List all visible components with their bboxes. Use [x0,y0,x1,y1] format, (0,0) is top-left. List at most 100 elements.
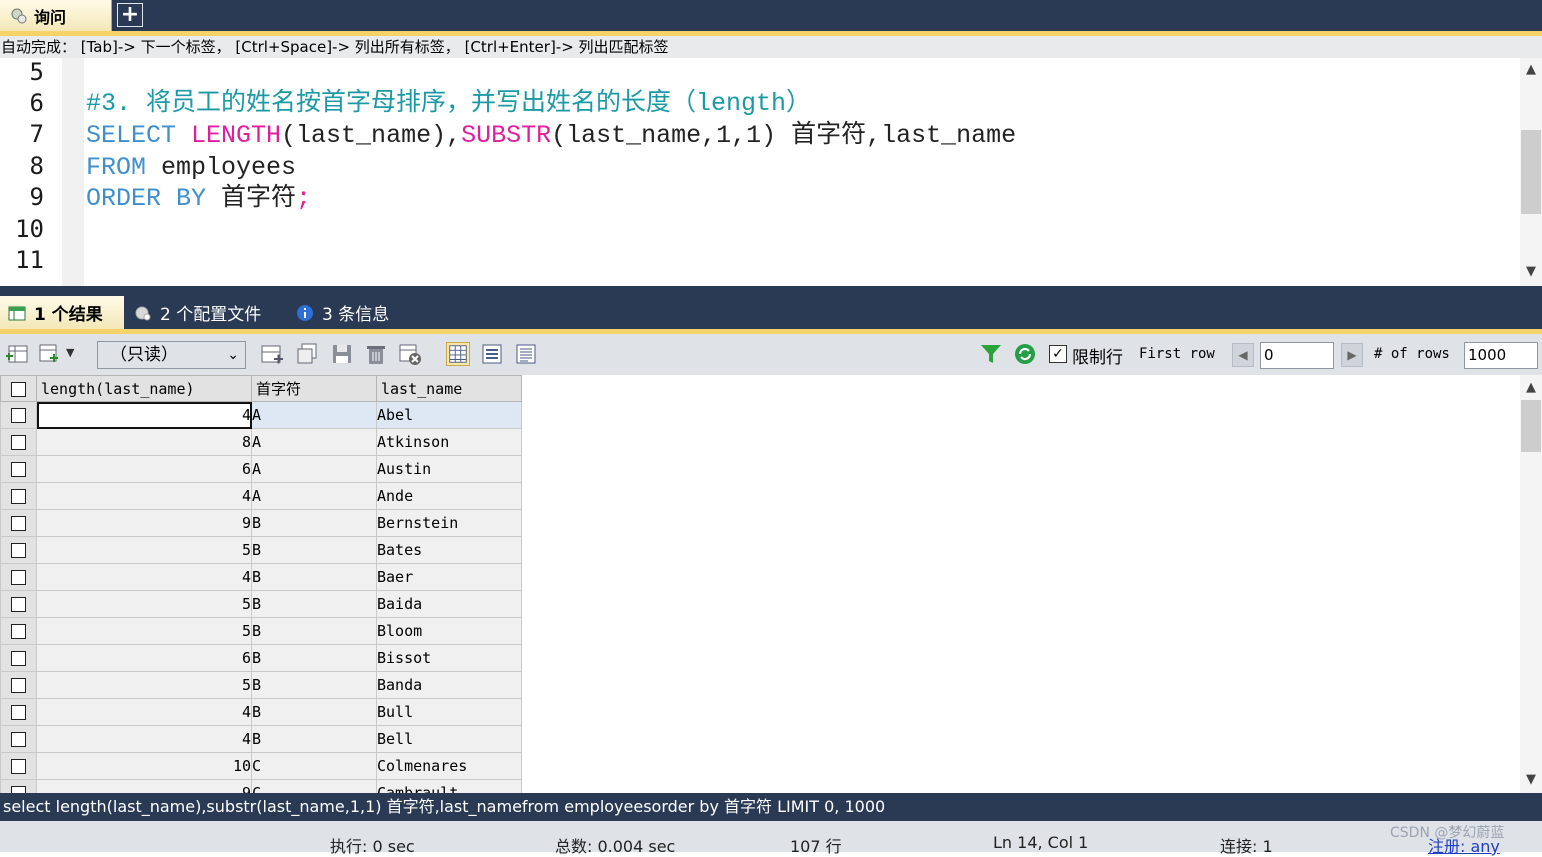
discard-changes-icon[interactable] [398,342,422,366]
cell-length[interactable]: 4 [36,698,252,726]
filter-icon[interactable] [979,342,1003,366]
cell-length[interactable]: 9 [36,779,252,793]
cell-initial[interactable]: A [251,455,377,483]
row-checkbox[interactable] [0,617,37,645]
table-row[interactable]: 8 A Atkinson [0,428,522,456]
cell-length[interactable]: 5 [36,617,252,645]
cell-length[interactable]: 4 [36,401,252,429]
result-grid[interactable]: length(last_name) 首字符 last_name 4 A Abel 8 A… [0,375,1520,793]
column-header[interactable]: 首字符 [251,375,377,402]
cell-last-name[interactable]: Bell [376,725,522,753]
cell-initial[interactable]: B [251,563,377,591]
splitter[interactable] [0,286,1542,296]
sql-editor[interactable]: 5 6 7 8 9 10 11 #3. 将员工的姓名按首字母排序，并写出姓名的长… [0,58,1542,286]
cell-length[interactable]: 5 [36,590,252,618]
tab-profiles[interactable]: 2 个配置文件 [126,296,284,329]
table-row[interactable]: 4 B Bull [0,698,522,726]
first-row-input[interactable]: 0 [1260,342,1334,369]
row-checkbox[interactable] [0,779,37,793]
select-all-checkbox[interactable] [0,375,37,402]
add-tab-button[interactable]: + [117,3,143,27]
cell-length[interactable]: 6 [36,455,252,483]
duplicate-row-icon[interactable] [296,342,320,366]
table-row[interactable]: 5 B Bloom [0,617,522,645]
row-checkbox[interactable] [0,455,37,483]
export-grid-icon[interactable] [5,342,29,366]
cell-initial[interactable]: A [251,428,377,456]
cell-length[interactable]: 10 [36,752,252,780]
cell-initial[interactable]: C [251,779,377,793]
add-row-icon[interactable] [260,342,284,366]
column-header[interactable]: last_name [376,375,522,402]
cell-initial[interactable]: B [251,698,377,726]
rows-count-input[interactable]: 1000 [1464,342,1538,369]
scroll-up-icon[interactable]: ▲ [1521,379,1541,397]
scroll-down-icon[interactable]: ▼ [1521,263,1541,281]
row-checkbox[interactable] [0,482,37,510]
cell-initial[interactable]: B [251,617,377,645]
save-icon[interactable] [330,342,354,366]
cell-initial[interactable]: B [251,509,377,537]
delete-icon[interactable] [364,342,388,366]
readonly-mode-select[interactable]: （只读） ⌄ [97,341,246,369]
cell-length[interactable]: 5 [36,671,252,699]
grid-scroll-thumb[interactable] [1521,400,1541,452]
cell-last-name[interactable]: Atkinson [376,428,522,456]
cell-last-name[interactable]: Cambrault [376,779,522,793]
cell-initial[interactable]: A [251,401,377,429]
editor-scroll-thumb[interactable] [1521,130,1541,214]
scroll-up-icon[interactable]: ▲ [1521,61,1541,79]
refresh-icon[interactable] [1013,342,1037,366]
table-row[interactable]: 4 A Ande [0,482,522,510]
cell-last-name[interactable]: Bloom [376,617,522,645]
cell-last-name[interactable]: Bull [376,698,522,726]
next-page-icon[interactable]: ▶ [1341,343,1363,367]
cell-last-name[interactable]: Austin [376,455,522,483]
table-row[interactable]: 6 A Austin [0,455,522,483]
cell-last-name[interactable]: Baer [376,563,522,591]
cell-last-name[interactable]: Bernstein [376,509,522,537]
row-checkbox[interactable] [0,671,37,699]
row-checkbox[interactable] [0,644,37,672]
cell-length[interactable]: 5 [36,536,252,564]
text-view-icon[interactable] [514,342,538,366]
cell-length[interactable]: 4 [36,482,252,510]
row-checkbox[interactable] [0,536,37,564]
grid-view-icon[interactable] [446,342,470,366]
table-row[interactable]: 4 B Baer [0,563,522,591]
previous-page-icon[interactable]: ◀ [1232,343,1254,367]
scroll-down-icon[interactable]: ▼ [1521,771,1541,789]
cell-initial[interactable]: B [251,671,377,699]
cell-initial[interactable]: A [251,482,377,510]
table-row[interactable]: 9 C Cambrault [0,779,522,793]
row-checkbox[interactable] [0,509,37,537]
tab-query[interactable]: 询问 [0,0,112,31]
table-row[interactable]: 10 C Colmenares [0,752,522,780]
cell-length[interactable]: 9 [36,509,252,537]
column-header[interactable]: length(last_name) [36,375,252,402]
cell-last-name[interactable]: Abel [376,401,522,429]
cell-initial[interactable]: B [251,644,377,672]
cell-initial[interactable]: B [251,590,377,618]
dropdown-arrow-icon[interactable]: ▼ [66,346,74,359]
cell-initial[interactable]: B [251,536,377,564]
row-checkbox[interactable] [0,428,37,456]
tab-messages[interactable]: 3 条信息 [288,296,408,329]
row-checkbox[interactable] [0,590,37,618]
tab-results[interactable]: 1 个结果 [0,296,124,329]
cell-length[interactable]: 6 [36,644,252,672]
table-row[interactable]: 5 B Banda [0,671,522,699]
table-row[interactable]: 4 A Abel [0,401,522,429]
cell-last-name[interactable]: Bates [376,536,522,564]
cell-length[interactable]: 4 [36,725,252,753]
row-checkbox[interactable] [0,698,37,726]
table-row[interactable]: 5 B Bates [0,536,522,564]
row-checkbox[interactable] [0,563,37,591]
cell-last-name[interactable]: Bissot [376,644,522,672]
cell-length[interactable]: 4 [36,563,252,591]
form-view-icon[interactable] [480,342,504,366]
table-row[interactable]: 6 B Bissot [0,644,522,672]
row-checkbox[interactable] [0,725,37,753]
cell-length[interactable]: 8 [36,428,252,456]
row-checkbox[interactable] [0,401,37,429]
